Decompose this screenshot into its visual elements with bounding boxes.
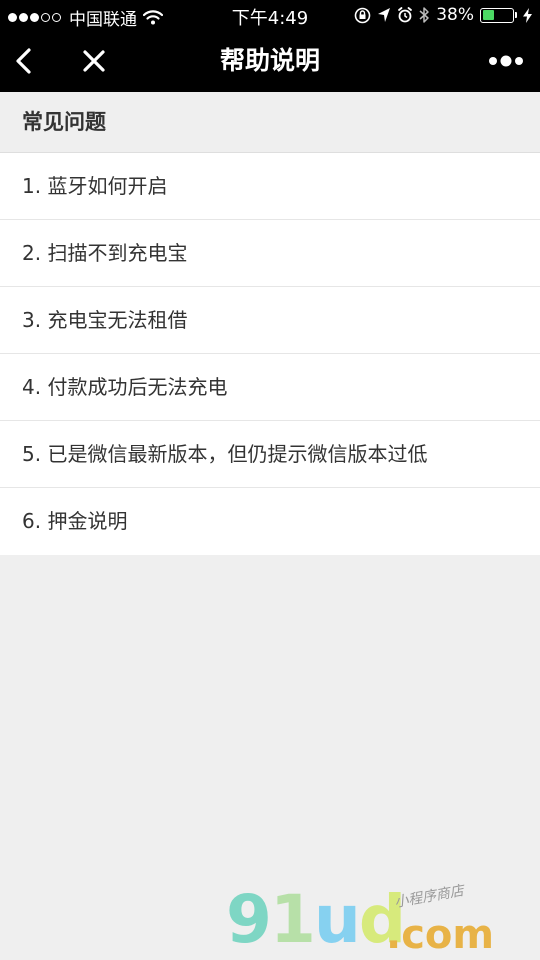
battery-icon — [480, 7, 517, 23]
watermark-brand: 91ud — [226, 881, 406, 958]
back-button[interactable] — [6, 30, 42, 92]
section-title: 常见问题 — [22, 110, 106, 134]
more-button[interactable] — [484, 30, 528, 92]
watermark-domain: .com — [386, 912, 495, 958]
status-bar: 中国联通 下午4:49 38% — [0, 0, 540, 30]
battery-percent: 38% — [436, 5, 474, 25]
nav-bar: 帮助说明 — [0, 30, 540, 92]
alarm-clock-icon — [397, 7, 413, 23]
faq-item-version[interactable]: 5. 已是微信最新版本，但仍提示微信版本过低 — [0, 421, 540, 488]
faq-item-deposit[interactable]: 6. 押金说明 — [0, 488, 540, 555]
faq-section-header: 常见问题 — [0, 92, 540, 153]
status-bar-right: 38% — [348, 5, 532, 25]
faq-item-scan[interactable]: 2. 扫描不到充电宝 — [0, 220, 540, 287]
battery-fill — [482, 10, 494, 20]
location-arrow-icon — [377, 7, 391, 23]
faq-item-charging[interactable]: 4. 付款成功后无法充电 — [0, 354, 540, 421]
faq-item-bluetooth[interactable]: 1. 蓝牙如何开启 — [0, 153, 540, 220]
charging-bolt-icon — [523, 7, 532, 23]
close-icon — [83, 50, 105, 72]
faq-item-rent[interactable]: 3. 充电宝无法租借 — [0, 287, 540, 354]
close-button[interactable] — [76, 30, 112, 92]
orientation-lock-icon — [354, 7, 371, 24]
more-dots-icon — [489, 55, 523, 67]
watermark-logo: 91ud 小程序商店 .com — [226, 880, 526, 960]
chevron-left-icon — [16, 48, 31, 74]
faq-list: 1. 蓝牙如何开启 2. 扫描不到充电宝 3. 充电宝无法租借 4. 付款成功后… — [0, 153, 540, 555]
bluetooth-icon — [419, 6, 430, 24]
